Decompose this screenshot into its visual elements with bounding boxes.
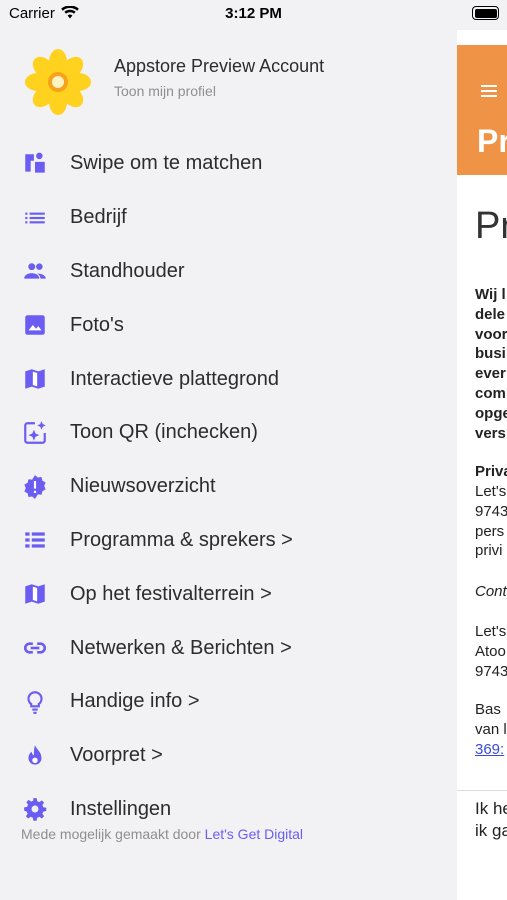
map-icon <box>25 369 45 389</box>
menu-item-label: Voorpret > <box>70 744 163 767</box>
list-icon <box>25 212 45 224</box>
clock: 3:12 PM <box>225 5 282 22</box>
battery-icon <box>472 6 499 20</box>
map-icon <box>25 584 45 605</box>
lightbulb-icon <box>27 691 43 714</box>
menu-item-voorpret[interactable]: Voorpret > <box>0 729 457 783</box>
menu-item-label: Netwerken & Berichten > <box>70 636 292 659</box>
flame-icon <box>28 744 42 765</box>
menu-item-plattegrond[interactable]: Interactieve plattegrond <box>0 352 457 406</box>
page-title: Pr <box>475 205 507 247</box>
drawer-menu: Swipe om te matchen Bedrijf Standhouder … <box>0 137 457 836</box>
menu-item-label: Nieuwsoverzicht <box>70 475 216 498</box>
gear-icon <box>24 798 47 822</box>
menu-item-fotos[interactable]: Foto's <box>0 298 457 352</box>
menu-item-qr[interactable]: Toon QR (inchecken) <box>0 406 457 460</box>
contact-heading: Conta <box>475 583 507 600</box>
account-profile-link[interactable]: Toon mijn profiel <box>114 83 216 99</box>
menu-item-standhouder[interactable]: Standhouder <box>0 245 457 299</box>
account-name: Appstore Preview Account <box>114 56 325 76</box>
menu-item-label: Toon QR (inchecken) <box>70 421 258 444</box>
contact-name: Bas van l <box>475 701 507 738</box>
menu-item-handige-info[interactable]: Handige info > <box>0 675 457 729</box>
qr-sparkle-icon <box>24 420 46 444</box>
status-bar: Carrier 3:12 PM <box>0 0 507 30</box>
hamburger-menu-icon[interactable] <box>481 85 497 100</box>
divider <box>457 790 507 791</box>
menu-item-label: Bedrijf <box>70 206 127 229</box>
menu-item-nieuws[interactable]: Nieuwsoverzicht <box>0 460 457 514</box>
menu-item-label: Programma & sprekers > <box>70 528 293 551</box>
swipe-match-icon <box>25 152 45 173</box>
app-header: Pr <box>457 45 507 175</box>
menu-item-label: Handige info > <box>70 690 200 713</box>
footer-prefix: Mede mogelijk gemaakt door <box>21 826 201 842</box>
consent-text: Ik he ik ga <box>475 799 507 840</box>
main-content-panel[interactable]: Pr Pr Wij l dele voor busi ever com opge… <box>457 30 507 900</box>
menu-item-programma[interactable]: Programma & sprekers > <box>0 514 457 568</box>
powered-by-footer: Mede mogelijk gemaakt door Let's Get Dig… <box>21 826 303 842</box>
address-text: Let's Atoo 9743 <box>475 623 507 680</box>
header-title: Pr <box>477 123 507 159</box>
intro-text: Wij l dele voor busi ever com opge vers <box>475 286 507 442</box>
alert-badge-icon <box>24 474 46 499</box>
menu-item-label: Interactieve plattegrond <box>70 367 280 390</box>
menu-item-label: Foto's <box>70 313 124 336</box>
menu-item-bedrijf[interactable]: Bedrijf <box>0 191 457 245</box>
account-header[interactable]: Appstore Preview Account Toon mijn profi… <box>24 48 444 116</box>
menu-item-label: Standhouder <box>70 259 185 282</box>
menu-item-swipe[interactable]: Swipe om te matchen <box>0 137 457 191</box>
menu-item-netwerken[interactable]: Netwerken & Berichten > <box>0 621 457 675</box>
privacy-heading: Priva <box>475 463 507 480</box>
people-icon <box>24 263 46 280</box>
schedule-list-icon <box>25 532 45 549</box>
phone-link[interactable]: 369: <box>475 740 507 760</box>
image-icon <box>25 315 45 336</box>
menu-item-festivalterrein[interactable]: Op het festivalterrein > <box>0 567 457 621</box>
privacy-text: Let's 9743 pers privi <box>475 483 507 560</box>
avatar <box>25 49 91 115</box>
navigation-drawer: Appstore Preview Account Toon mijn profi… <box>0 30 457 900</box>
menu-item-label: Swipe om te matchen <box>70 152 263 175</box>
footer-link[interactable]: Let's Get Digital <box>205 826 303 842</box>
menu-item-label: Op het festivalterrein > <box>70 582 272 605</box>
menu-item-label: Instellingen <box>70 797 172 820</box>
link-icon <box>23 642 47 654</box>
